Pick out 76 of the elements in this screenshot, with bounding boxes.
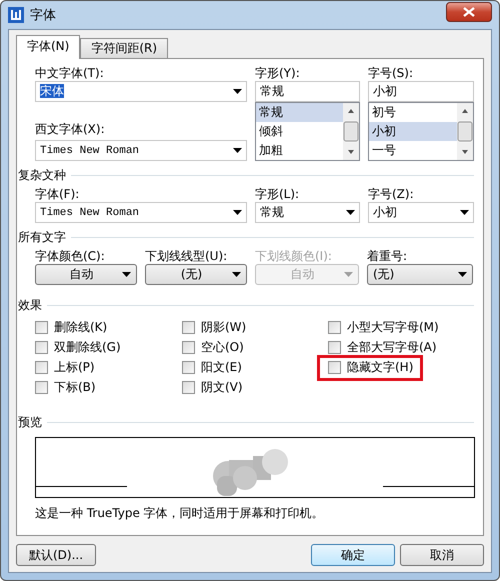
field-label: 西文字体(X): bbox=[35, 121, 106, 137]
scroll-bar[interactable] bbox=[457, 103, 473, 160]
caret-icon bbox=[458, 272, 467, 277]
field-label: 字号(S): bbox=[368, 65, 414, 81]
checkbox[interactable] bbox=[328, 320, 341, 334]
caret-icon bbox=[346, 210, 355, 215]
field-label: 字形(Y): bbox=[255, 65, 301, 81]
caret-icon bbox=[233, 148, 242, 153]
checkbox[interactable] bbox=[35, 380, 48, 394]
dropdown-field[interactable]: Times New Roman bbox=[35, 140, 247, 161]
tab[interactable]: 字体(N) bbox=[16, 35, 80, 59]
checkbox-label[interactable]: 上标(P) bbox=[54, 358, 95, 376]
field-label: 下划线颜色(I): bbox=[255, 248, 333, 264]
field-label: 字形(L): bbox=[255, 186, 300, 202]
list-item[interactable]: 小初 bbox=[369, 122, 457, 141]
checkbox[interactable] bbox=[182, 340, 195, 354]
caret-icon bbox=[233, 89, 242, 94]
caret-icon bbox=[232, 272, 241, 277]
checkbox-label[interactable]: 阴影(W) bbox=[201, 318, 246, 336]
field-label: 着重号: bbox=[367, 248, 408, 264]
close-button[interactable] bbox=[446, 2, 492, 22]
field-label: 字体颜色(C): bbox=[35, 248, 106, 264]
list-box[interactable]: 初号 小初 一号 bbox=[368, 102, 474, 161]
field-label: 中文字体(T): bbox=[35, 65, 105, 81]
list-item[interactable]: 倾斜 bbox=[256, 122, 343, 141]
checkbox-label[interactable]: 下标(B) bbox=[54, 378, 96, 396]
list-item[interactable]: 一号 bbox=[369, 141, 457, 160]
checkbox[interactable] bbox=[35, 320, 48, 334]
caret-icon bbox=[344, 272, 353, 277]
caret-icon bbox=[460, 210, 469, 215]
field-label: 字号(Z): bbox=[368, 186, 415, 202]
dropdown-button[interactable]: (无) bbox=[145, 264, 247, 285]
list-item[interactable]: 初号 bbox=[369, 103, 457, 122]
checkbox-label[interactable]: 删除线(K) bbox=[54, 318, 108, 336]
field-label: 下划线线型(U): bbox=[145, 248, 228, 264]
list-box[interactable]: 常规 倾斜 加粗 bbox=[255, 102, 360, 161]
group-title: 复杂文种 bbox=[18, 167, 66, 184]
checkbox[interactable] bbox=[182, 360, 195, 374]
group-title: 效果 bbox=[18, 297, 42, 314]
field-label: 字体(F): bbox=[35, 186, 80, 202]
dropdown-field[interactable]: 小初 bbox=[368, 202, 474, 223]
window-title: 字体 bbox=[30, 7, 57, 24]
dropdown-field[interactable]: 常规 bbox=[255, 202, 360, 223]
dropdown-field[interactable]: 宋体 bbox=[35, 81, 247, 102]
cancel-button[interactable]: 取消 bbox=[400, 544, 484, 566]
close-icon bbox=[463, 7, 475, 17]
text-field[interactable]: 小初 bbox=[368, 81, 474, 102]
ok-button[interactable]: 确定 bbox=[311, 544, 395, 566]
checkbox[interactable] bbox=[328, 340, 341, 354]
checkbox-label[interactable]: 小型大写字母(M) bbox=[347, 318, 439, 336]
dropdown-button[interactable]: 自动 bbox=[35, 264, 137, 285]
checkbox[interactable] bbox=[35, 340, 48, 354]
reset-button[interactable]: 默认(D)... bbox=[16, 544, 96, 566]
checkbox-label[interactable]: 阳文(E) bbox=[201, 358, 242, 376]
dropdown-button[interactable]: (无) bbox=[367, 264, 473, 285]
checkbox-label[interactable]: 隐藏文字(H) bbox=[347, 358, 414, 376]
group-title: 预览 bbox=[18, 414, 42, 431]
checkbox[interactable] bbox=[35, 360, 48, 374]
checkbox[interactable] bbox=[328, 360, 341, 374]
checkbox[interactable] bbox=[182, 380, 195, 394]
checkbox-label[interactable]: 空心(O) bbox=[201, 338, 244, 356]
checkbox-label[interactable]: 阴文(V) bbox=[201, 378, 243, 396]
checkbox-label[interactable]: 全部大写字母(A) bbox=[347, 338, 437, 356]
text-field[interactable]: 常规 bbox=[255, 81, 360, 102]
preview-description: 这是一种 TrueType 字体，同时适用于屏幕和打印机。 bbox=[35, 505, 325, 522]
list-item[interactable]: 加粗 bbox=[256, 141, 343, 160]
scroll-bar[interactable] bbox=[343, 103, 359, 160]
caret-icon bbox=[233, 210, 242, 215]
checkbox-label[interactable]: 双删除线(G) bbox=[54, 338, 121, 356]
dropdown-field[interactable]: Times New Roman bbox=[35, 202, 247, 223]
list-item[interactable]: 常规 bbox=[256, 103, 343, 122]
tab[interactable]: 字符间距(R) bbox=[80, 38, 168, 58]
caret-icon bbox=[122, 272, 131, 277]
app-icon bbox=[8, 7, 24, 23]
group-title: 所有文字 bbox=[18, 229, 66, 246]
checkbox[interactable] bbox=[182, 320, 195, 334]
